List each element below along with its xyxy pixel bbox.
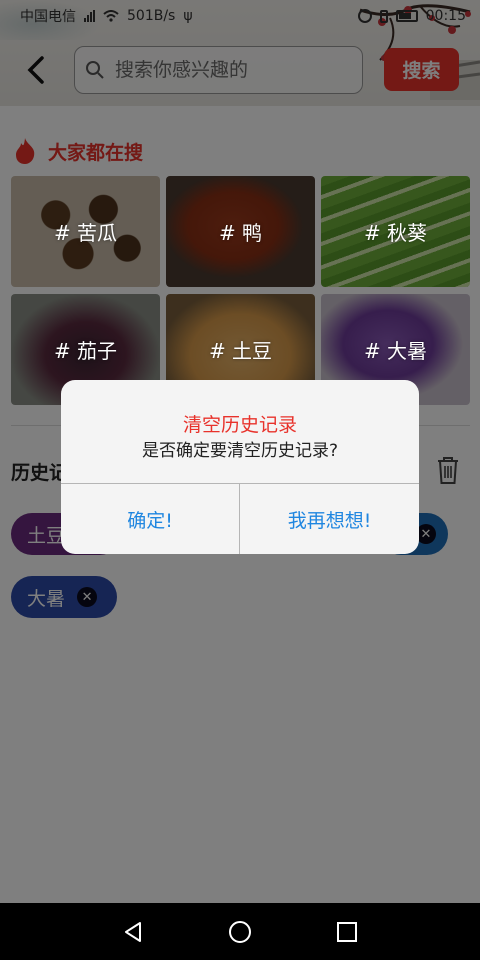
dialog-title: 清空历史记录 bbox=[182, 414, 297, 436]
recents-square-icon[interactable] bbox=[335, 920, 359, 944]
navigation-bar bbox=[0, 903, 480, 960]
hot-item-label: # 茄子 bbox=[53, 339, 118, 363]
cancel-button[interactable]: 我再想想! bbox=[240, 484, 419, 554]
hot-item-label: # 秋葵 bbox=[363, 221, 428, 245]
hot-item-label: # 大暑 bbox=[363, 339, 428, 363]
back-triangle-icon[interactable] bbox=[121, 920, 145, 944]
hot-item-label: # 鸭 bbox=[218, 221, 263, 245]
confirm-button[interactable]: 确定! bbox=[61, 484, 239, 554]
home-circle-icon[interactable] bbox=[228, 920, 252, 944]
hot-item-label: # 苦瓜 bbox=[53, 221, 118, 245]
screen: 中国电信 501B/s ψ 00:15 搜索 bbox=[0, 0, 480, 960]
hot-item-label: # 土豆 bbox=[208, 339, 273, 363]
confirm-dialog: 清空历史记录 是否确定要清空历史记录? 确定! 我再想想! bbox=[61, 380, 419, 554]
dialog-message: 是否确定要清空历史记录? bbox=[141, 441, 339, 461]
